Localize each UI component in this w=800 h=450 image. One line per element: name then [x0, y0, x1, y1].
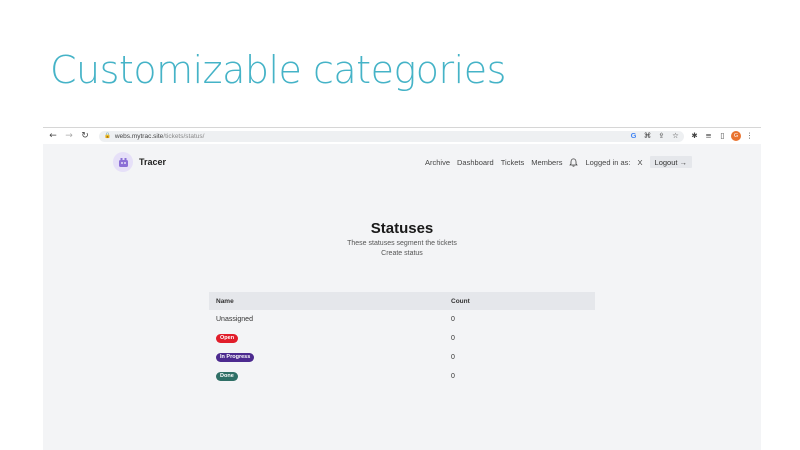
- page-title: Statuses: [370, 220, 434, 237]
- brand-name[interactable]: Tracer: [139, 157, 166, 167]
- table-body: Unassigned 0 Open 0 In Progress 0 Done 0: [209, 310, 595, 386]
- lock-icon: 🔒: [104, 133, 111, 139]
- table-header: Name Count: [209, 292, 595, 310]
- extensions-puzzle-icon[interactable]: ✱: [689, 130, 700, 141]
- status-name-cell: Unassigned: [209, 316, 443, 323]
- table-row: Unassigned 0: [209, 310, 595, 329]
- column-header-name: Name: [216, 297, 234, 305]
- browser-extensions: G ⌘ ⇪ ☆ ✱ ≡ ▯ G ⋮: [625, 130, 755, 141]
- column-header-count: Count: [451, 297, 470, 305]
- status-badge[interactable]: Done: [216, 372, 238, 381]
- statuses-table: Name Count Unassigned 0 Open 0 In Progress 0 D…: [209, 292, 595, 386]
- browser-menu-icon[interactable]: ⋮: [744, 130, 755, 141]
- status-label[interactable]: Unassigned: [216, 316, 253, 323]
- profile-avatar[interactable]: G: [731, 130, 741, 141]
- status-count-cell: 0: [451, 373, 455, 380]
- page-subtitle: These statuses segment the tickets: [347, 240, 457, 247]
- nav-tickets[interactable]: Tickets: [501, 158, 524, 167]
- logged-in-label: Logged in as:: [585, 157, 631, 167]
- browser-window: ← → ↻ 🔒 webs.mytrac.site/tickets/status/…: [43, 127, 761, 450]
- create-status-link[interactable]: Create status: [43, 250, 761, 257]
- nav-dashboard[interactable]: Dashboard: [457, 158, 494, 167]
- status-badge[interactable]: In Progress: [216, 353, 255, 362]
- url-path: /tickets/status/: [163, 132, 205, 140]
- main-nav: Archive Dashboard Tickets Members Logged…: [425, 151, 693, 173]
- status-count-cell: 0: [451, 354, 455, 361]
- slide-title: Customizable categories: [50, 48, 506, 92]
- status-name-cell: In Progress: [209, 353, 443, 362]
- reload-icon[interactable]: ↻: [79, 130, 91, 142]
- tracer-logo-icon[interactable]: [113, 152, 133, 172]
- table-row: Done 0: [209, 367, 595, 386]
- table-row: In Progress 0: [209, 348, 595, 367]
- translate-icon[interactable]: ⌘: [642, 130, 653, 141]
- address-bar[interactable]: 🔒 webs.mytrac.site/tickets/status/: [99, 130, 684, 142]
- share-icon[interactable]: ⇪: [656, 130, 667, 141]
- logged-in-user: X: [637, 157, 643, 167]
- browser-toolbar: ← → ↻ 🔒 webs.mytrac.site/tickets/status/…: [43, 128, 761, 144]
- nav-archive[interactable]: Archive: [425, 158, 450, 167]
- reading-list-icon[interactable]: ≡: [703, 130, 714, 141]
- app-header: Tracer Archive Dashboard Tickets Members…: [113, 151, 693, 173]
- url-host: webs.mytrac.site: [114, 132, 164, 140]
- status-count-cell: 0: [451, 335, 455, 342]
- nav-members[interactable]: Members: [531, 158, 562, 167]
- table-row: Open 0: [209, 329, 595, 348]
- status-count-cell: 0: [451, 316, 455, 323]
- status-badge[interactable]: Open: [216, 334, 239, 343]
- back-arrow-icon[interactable]: ←: [47, 130, 59, 142]
- status-name-cell: Done: [209, 372, 443, 381]
- logout-button[interactable]: Logout →: [649, 156, 693, 168]
- status-name-cell: Open: [209, 334, 443, 343]
- google-icon[interactable]: G: [628, 130, 639, 141]
- bookmark-star-icon[interactable]: ☆: [670, 130, 681, 141]
- notification-bell-icon[interactable]: [569, 157, 579, 167]
- side-panel-icon[interactable]: ▯: [717, 130, 728, 141]
- forward-arrow-icon[interactable]: →: [63, 130, 75, 142]
